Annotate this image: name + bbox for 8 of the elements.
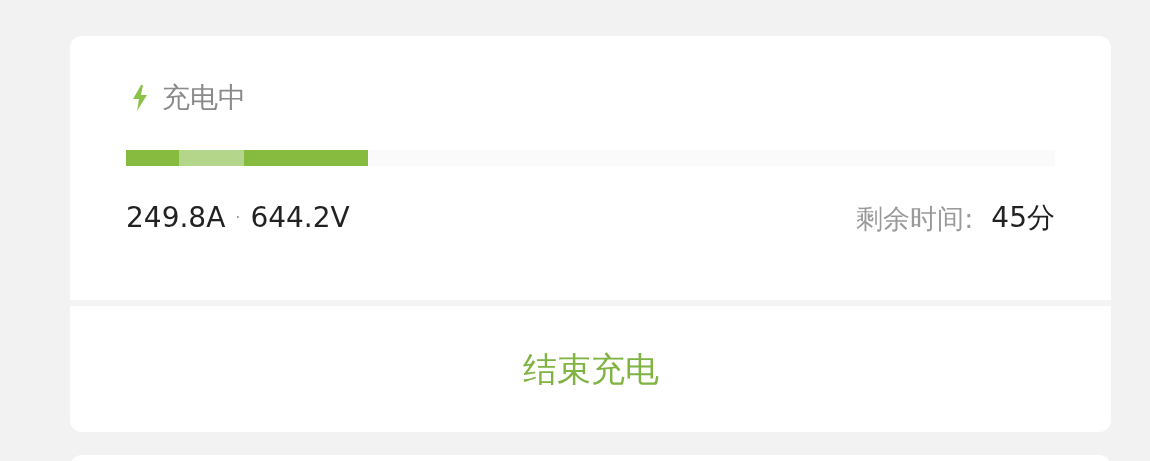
voltage-reading: 644.2V <box>250 204 350 232</box>
remaining-value: 45分 <box>991 204 1055 232</box>
status-label: 充电中 <box>162 84 246 112</box>
remaining-label: 剩余时间: <box>856 204 974 232</box>
current-reading: 249.8A <box>126 204 226 232</box>
separator-dot: · <box>235 210 241 226</box>
end-charging-button[interactable]: 结束充电 <box>70 306 1111 432</box>
lightning-icon <box>132 85 148 111</box>
